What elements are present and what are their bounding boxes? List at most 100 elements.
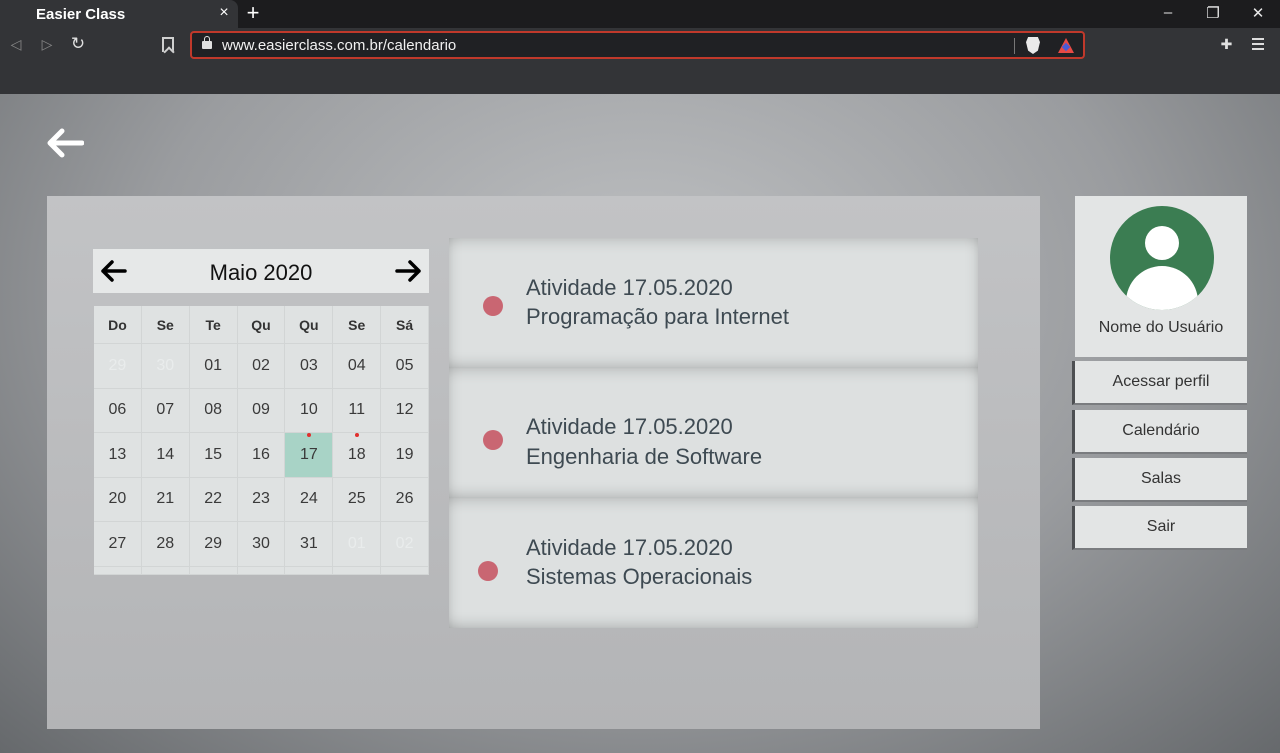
weekday-header: Qu (237, 306, 286, 344)
reload-icon[interactable]: ↻ (70, 35, 86, 52)
calendar-day[interactable]: 24 (285, 477, 334, 522)
calendar-day[interactable]: 01 (189, 344, 238, 389)
url-text[interactable]: www.easierclass.com.br/calendario (222, 37, 456, 54)
brave-shield-icon[interactable] (1026, 37, 1040, 54)
calendar-day[interactable]: 07 (141, 388, 190, 433)
activity-subject: Sistemas Operacionais (526, 564, 753, 589)
main-panel: Maio 2020 Do Se Te Qu Qu Se Sá 29 30 01 … (47, 196, 1040, 729)
new-tab-icon[interactable]: + (244, 1, 262, 25)
tab-title: Easier Class (36, 6, 126, 23)
activity-item[interactable]: Atividade 17.05.2020 Sistemas Operaciona… (449, 498, 978, 628)
calendar-spacer (94, 566, 142, 575)
calendar-day-with-event[interactable]: 18 (333, 433, 382, 478)
avatar-icon[interactable] (1110, 206, 1214, 310)
url-separator (1014, 38, 1015, 54)
weekday-header: Sá (381, 306, 429, 344)
calendar-day[interactable]: 22 (189, 477, 238, 522)
close-window-icon[interactable]: ✕ (1248, 4, 1268, 22)
user-name: Nome do Usuário (1098, 319, 1224, 336)
calendar-spacer (285, 566, 334, 575)
calendar-day[interactable]: 21 (141, 477, 190, 522)
calendar-day[interactable]: 10 (285, 388, 334, 433)
weekday-header: Te (189, 306, 238, 344)
extensions-icon[interactable]: ✚ (1219, 37, 1234, 52)
calendar-day[interactable]: 30 (237, 522, 286, 567)
restore-icon[interactable]: ❐ (1203, 4, 1223, 22)
calendar-day[interactable]: 03 (285, 344, 334, 389)
calendar-day-selected[interactable]: 17 (285, 433, 334, 478)
logout-button[interactable]: Sair (1072, 506, 1247, 550)
calendar-day[interactable]: 29 (189, 522, 238, 567)
calendar-header: Maio 2020 (93, 249, 429, 293)
calendar-day[interactable]: 13 (94, 433, 142, 478)
calendar-month-title: Maio 2020 (209, 260, 313, 285)
calendar-spacer (333, 566, 382, 575)
tab-close-icon[interactable]: × (216, 4, 232, 22)
calendar-spacer (237, 566, 286, 575)
rooms-button[interactable]: Salas (1072, 458, 1247, 502)
calendar-day[interactable]: 11 (333, 388, 382, 433)
browser-tabbar: Easier Class × + – ❐ ✕ (0, 0, 1280, 28)
activity-title: Atividade 17.05.2020 (526, 535, 733, 560)
calendar-spacer (141, 566, 190, 575)
calendar-day-outside[interactable]: 29 (94, 344, 142, 389)
weekday-header: Se (141, 306, 190, 344)
next-month-icon[interactable] (395, 259, 423, 283)
activity-title: Atividade 17.05.2020 (526, 275, 733, 300)
calendar-day[interactable]: 12 (381, 388, 429, 433)
calendar-day[interactable]: 19 (381, 433, 429, 478)
activity-subject: Engenharia de Software (526, 444, 763, 469)
access-profile-button[interactable]: Acessar perfil (1072, 361, 1247, 405)
calendar-day[interactable]: 04 (333, 344, 382, 389)
calendar-day[interactable]: 06 (94, 388, 142, 433)
browser-tab[interactable]: Easier Class × (0, 0, 238, 28)
lock-icon[interactable] (202, 36, 212, 49)
calendar-day[interactable]: 15 (189, 433, 238, 478)
activity-list: Atividade 17.05.2020 Programação para In… (449, 238, 978, 628)
calendar-grid: Do Se Te Qu Qu Se Sá 29 30 01 02 03 04 0… (94, 306, 429, 575)
weekday-header: Se (333, 306, 382, 344)
brave-rewards-icon[interactable] (1058, 38, 1074, 53)
page: Maio 2020 Do Se Te Qu Qu Se Sá 29 30 01 … (0, 94, 1280, 753)
calendar-day[interactable]: 05 (381, 344, 429, 389)
calendar-day-outside[interactable]: 30 (141, 344, 190, 389)
back-arrow-icon[interactable] (46, 128, 84, 158)
toolbar-strip (0, 62, 1280, 94)
avatar-head (1145, 226, 1179, 260)
calendar-spacer (189, 566, 238, 575)
activity-bullet-icon (483, 430, 503, 450)
calendar-day[interactable]: 08 (189, 388, 238, 433)
bookmark-icon[interactable] (162, 37, 174, 52)
forward-nav-icon[interactable]: ▷ (39, 36, 55, 52)
activity-title: Atividade 17.05.2020 (526, 414, 733, 439)
calendar-day[interactable]: 28 (141, 522, 190, 567)
calendar-spacer (381, 566, 429, 575)
profile-card: Nome do Usuário (1075, 196, 1247, 357)
back-nav-icon[interactable]: ◁ (8, 36, 24, 52)
calendar-day-outside[interactable]: 02 (381, 522, 429, 567)
activity-bullet-icon (478, 561, 498, 581)
weekday-header: Do (94, 306, 142, 344)
calendar-day[interactable]: 02 (237, 344, 286, 389)
calendar-day-outside[interactable]: 01 (333, 522, 382, 567)
calendar-day[interactable]: 26 (381, 477, 429, 522)
calendar-day[interactable]: 27 (94, 522, 142, 567)
calendar-day[interactable]: 20 (94, 477, 142, 522)
calendar-day[interactable]: 25 (333, 477, 382, 522)
activity-item[interactable]: Atividade 17.05.2020 Engenharia de Softw… (449, 368, 978, 498)
calendar-button[interactable]: Calendário (1072, 410, 1247, 454)
calendar-day[interactable]: 14 (141, 433, 190, 478)
calendar-day[interactable]: 16 (237, 433, 286, 478)
minimize-icon[interactable]: – (1158, 4, 1178, 21)
browser-toolbar: ◁ ▷ ↻ www.easierclass.com.br/calendario … (0, 28, 1280, 62)
activity-subject: Programação para Internet (526, 304, 789, 329)
activity-bullet-icon (483, 296, 503, 316)
address-bar[interactable]: www.easierclass.com.br/calendario (190, 31, 1085, 59)
calendar-day[interactable]: 31 (285, 522, 334, 567)
calendar-day[interactable]: 09 (237, 388, 286, 433)
weekday-header: Qu (285, 306, 334, 344)
browser-menu-icon[interactable] (1252, 38, 1264, 53)
calendar-day[interactable]: 23 (237, 477, 286, 522)
activity-item[interactable]: Atividade 17.05.2020 Programação para In… (449, 238, 978, 368)
avatar-body (1126, 266, 1198, 310)
